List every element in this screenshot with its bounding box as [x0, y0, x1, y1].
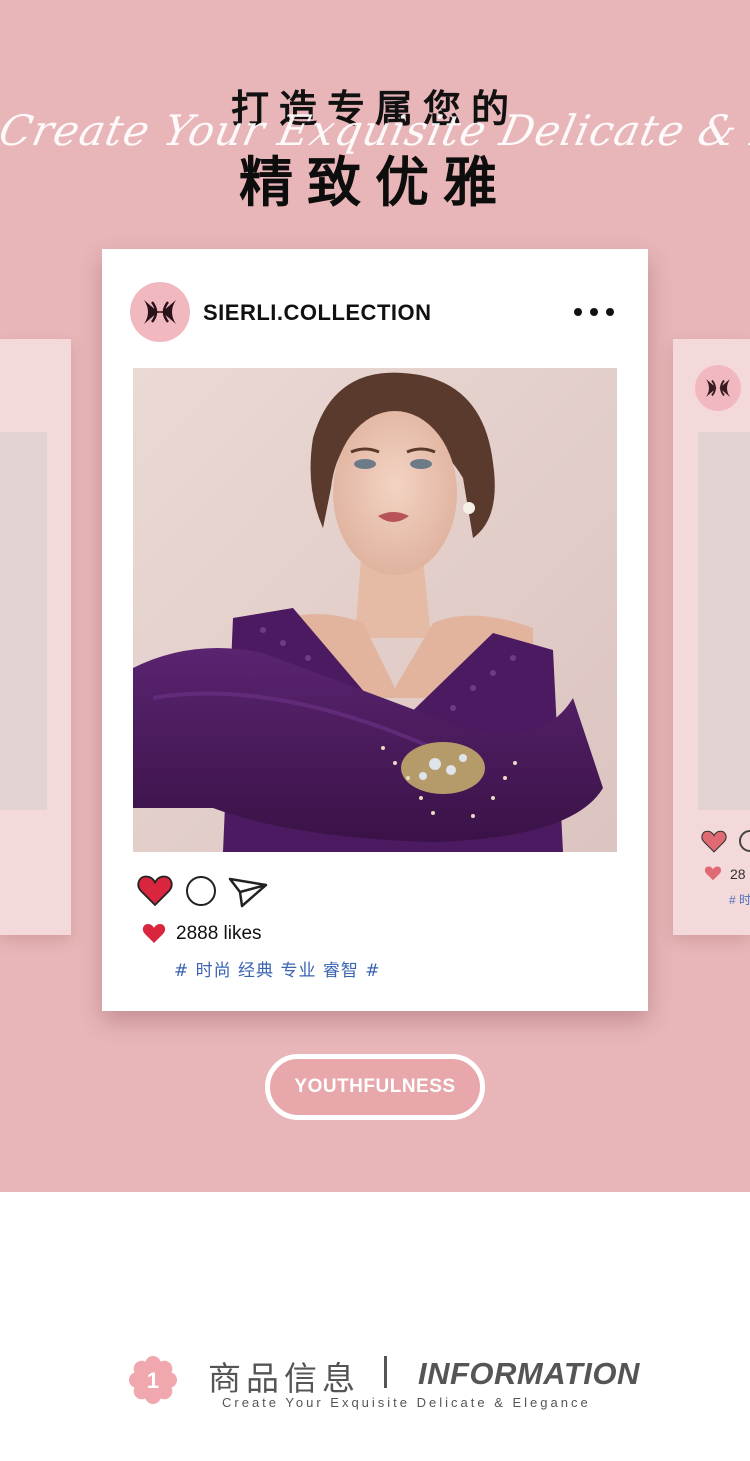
youthfulness-label: YOUTHFULNESS [294, 1076, 456, 1097]
account-name[interactable]: SIERLI.COLLECTION [203, 300, 432, 326]
post-card: SIERLI.COLLECTION 2888 likes # 时尚 经典 专业 … [102, 249, 648, 1011]
more-icon[interactable] [574, 297, 614, 327]
post-tags[interactable]: # 时尚 经典 专业 睿智 # [174, 956, 381, 981]
section-subtitle: Create Your Exquisite Delicate & Eleganc… [222, 1395, 591, 1410]
section-title-en: INFORMATION [418, 1356, 640, 1391]
comment-icon[interactable] [739, 830, 750, 852]
heart-icon[interactable] [701, 829, 727, 853]
logo-icon [695, 365, 741, 411]
side-post-image-right [698, 432, 750, 810]
side-post-card-left[interactable] [0, 339, 71, 935]
side-post-card-right[interactable]: 28 # 时 [673, 339, 750, 935]
share-icon[interactable] [228, 876, 268, 908]
logo-icon[interactable] [130, 282, 190, 342]
headline-cn-main: 精致优雅 [239, 151, 511, 214]
title-divider [384, 1356, 387, 1388]
side-likes-count: 28 [730, 866, 746, 882]
heart-icon[interactable] [137, 873, 173, 907]
youthfulness-button[interactable]: YOUTHFULNESS [265, 1054, 485, 1120]
flower-icon: 1 [129, 1356, 177, 1404]
section-title-cn: 商品信息 [208, 1359, 360, 1398]
heart-icon [704, 866, 722, 881]
heart-icon [142, 924, 166, 943]
side-post-image-left [0, 432, 47, 810]
post-photo [133, 368, 617, 852]
side-tags: # 时 [729, 893, 750, 907]
likes-count: 2888 likes [176, 923, 262, 944]
section-number: 1 [147, 1368, 159, 1393]
comment-icon[interactable] [186, 876, 216, 906]
